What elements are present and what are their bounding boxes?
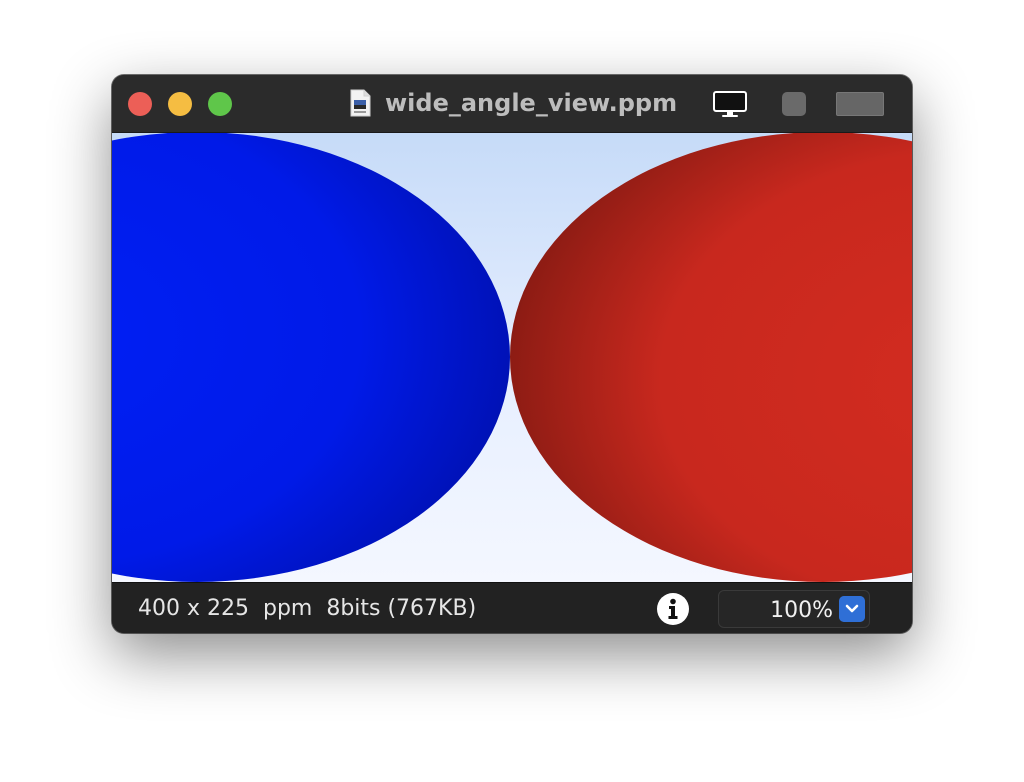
rendered-image xyxy=(112,133,912,582)
chevron-down-icon[interactable] xyxy=(839,596,865,622)
window-title: wide_angle_view.ppm xyxy=(385,89,678,117)
zoom-button[interactable] xyxy=(208,92,232,116)
window-title-group: wide_angle_view.ppm xyxy=(349,87,677,119)
minimize-button[interactable] xyxy=(168,92,192,116)
image-canvas xyxy=(112,133,912,582)
image-info-text: 400 x 225 ppm 8bits (767KB) xyxy=(138,596,477,621)
zoom-select[interactable]: 100% xyxy=(718,590,870,628)
image-viewer-window: wide_angle_view.ppm 400 x 225 ppm 8bits … xyxy=(112,75,912,633)
blue-sphere xyxy=(112,133,510,582)
status-bar: 400 x 225 ppm 8bits (767KB) 100% xyxy=(112,582,912,633)
toggle-wide-button[interactable] xyxy=(836,92,884,116)
close-button[interactable] xyxy=(128,92,152,116)
info-icon[interactable] xyxy=(656,592,690,626)
toggle-square-button[interactable] xyxy=(782,92,806,116)
monitor-icon[interactable] xyxy=(712,91,748,119)
titlebar[interactable]: wide_angle_view.ppm xyxy=(112,75,912,133)
zoom-value: 100% xyxy=(770,598,833,623)
red-sphere xyxy=(510,133,912,582)
document-icon xyxy=(350,89,371,117)
